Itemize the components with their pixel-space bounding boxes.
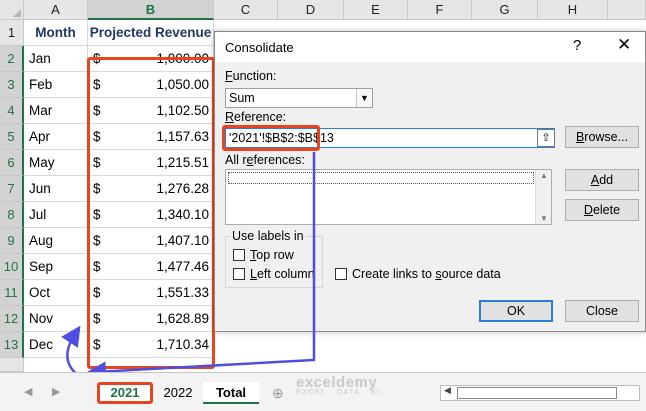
sheet-tab-2022[interactable]: 2022 bbox=[155, 382, 201, 404]
watermark-logo: exceldemy EXCEL · DATA · BI bbox=[296, 374, 381, 396]
scroll-thumb[interactable] bbox=[457, 387, 617, 399]
horizontal-scrollbar[interactable]: ◀ bbox=[440, 385, 640, 401]
annotation-arrows bbox=[61, 152, 316, 388]
sheet-tab-2021[interactable]: 2021 bbox=[97, 382, 153, 404]
prev-sheet-icon[interactable]: ◀ bbox=[24, 385, 32, 398]
reference-to-tab-arrow bbox=[86, 152, 316, 382]
sheet-tab-total[interactable]: Total bbox=[203, 382, 259, 404]
next-sheet-icon[interactable]: ▶ bbox=[52, 385, 60, 398]
scroll-left-icon[interactable]: ◀ bbox=[444, 385, 451, 396]
add-sheet-icon[interactable]: ⊕ bbox=[272, 385, 284, 402]
